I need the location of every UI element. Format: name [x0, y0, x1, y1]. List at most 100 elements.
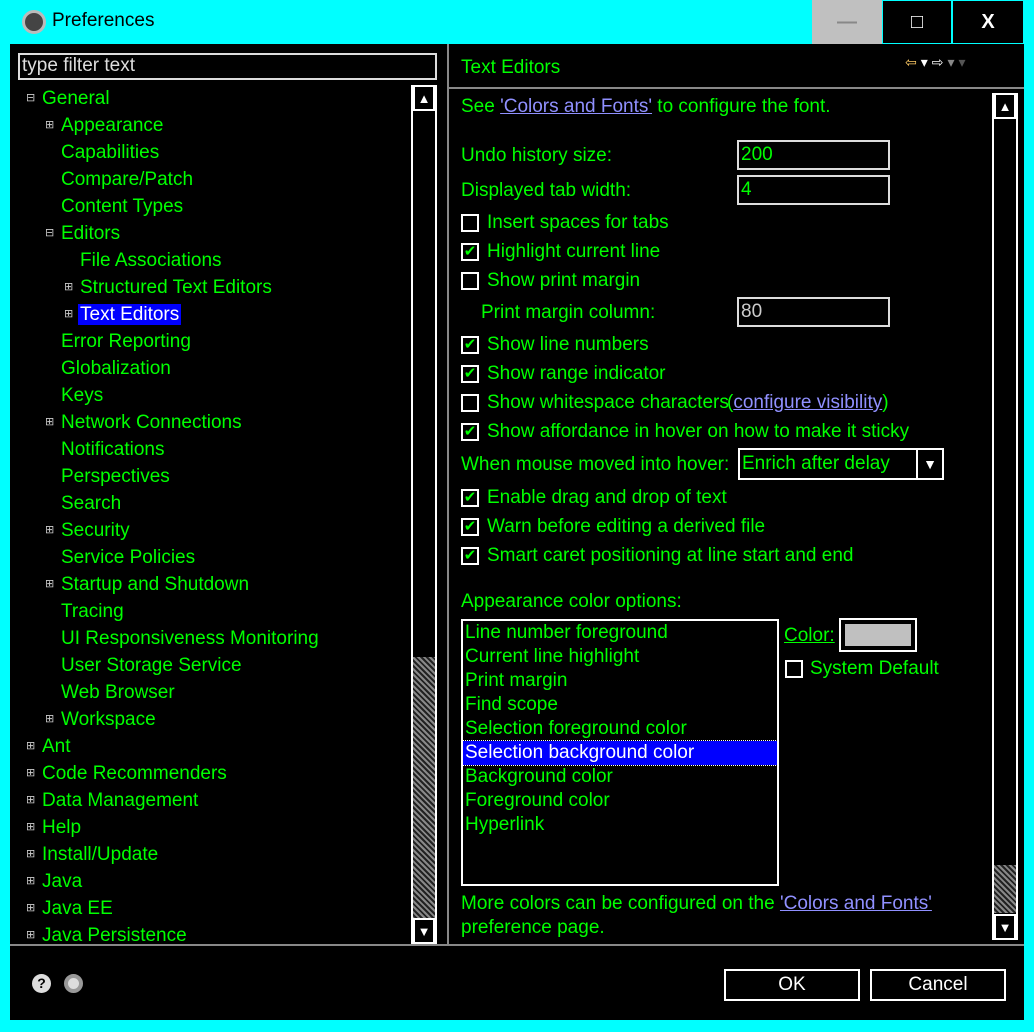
expand-icon[interactable]: ⊞ — [26, 815, 36, 840]
tree-item[interactable]: ⊞ Java — [26, 869, 84, 894]
page-scrollbar[interactable]: ▲ ▼ — [992, 93, 1018, 940]
tree-item[interactable]: Tracing — [59, 599, 126, 624]
back-dropdown-icon[interactable]: ▾ — [921, 54, 932, 70]
color-option-item[interactable]: Current line highlight — [463, 645, 777, 669]
tree-item[interactable]: ⊞ Network Connections — [45, 410, 244, 435]
expand-icon[interactable]: ⊞ — [26, 734, 36, 759]
cancel-button[interactable]: Cancel — [870, 969, 1006, 1001]
tree-item[interactable]: ⊞ Structured Text Editors — [64, 275, 274, 300]
tree-item[interactable]: Compare/Patch — [59, 167, 195, 192]
tree-item[interactable]: Web Browser — [59, 680, 177, 705]
tree-item[interactable]: ⊞ Java Persistence — [26, 923, 189, 944]
color-picker-button[interactable] — [839, 618, 917, 652]
tree-item[interactable]: ⊟ Editors — [45, 221, 122, 246]
tree-item[interactable]: Perspectives — [59, 464, 172, 489]
checkbox[interactable] — [461, 394, 479, 412]
tree-item[interactable]: ⊞ Code Recommenders — [26, 761, 229, 786]
checkbox[interactable]: ✔ — [461, 547, 479, 565]
print-margin-input[interactable]: 80 — [737, 297, 890, 327]
colors-fonts-link[interactable]: 'Colors and Fonts' — [500, 96, 652, 117]
color-options-list[interactable]: Line number foreground Current line highl… — [461, 619, 779, 886]
tree-item[interactable]: File Associations — [78, 248, 224, 273]
checkbox[interactable]: ✔ — [461, 518, 479, 536]
maximize-button[interactable]: □ — [882, 0, 952, 44]
expand-icon[interactable]: ⊞ — [45, 707, 55, 732]
collapse-icon[interactable]: ⊟ — [26, 86, 36, 111]
tree-item[interactable]: Globalization — [59, 356, 173, 381]
filter-input[interactable]: type filter text — [18, 53, 437, 80]
checkbox[interactable]: ✔ — [461, 365, 479, 383]
scroll-up-icon[interactable]: ▲ — [994, 93, 1016, 119]
configure-visibility-link[interactable]: configure visibility — [733, 392, 882, 413]
expand-icon[interactable]: ⊞ — [26, 788, 36, 813]
checkbox[interactable]: ✔ — [461, 489, 479, 507]
tree-item[interactable]: User Storage Service — [59, 653, 244, 678]
expand-icon[interactable]: ⊞ — [45, 572, 55, 597]
forward-arrow-icon[interactable]: ⇨ — [932, 54, 948, 70]
scroll-down-icon[interactable]: ▼ — [994, 914, 1016, 940]
tree-item[interactable]: ⊞ Appearance — [45, 113, 165, 138]
scroll-down-icon[interactable]: ▼ — [413, 918, 435, 944]
help-icon[interactable]: ? — [32, 974, 51, 993]
expand-icon[interactable]: ⊞ — [26, 761, 36, 786]
checkbox[interactable]: ✔ — [461, 243, 479, 261]
tree-item[interactable]: ⊞ Workspace — [45, 707, 158, 732]
tree-item[interactable]: Content Types — [59, 194, 185, 219]
collapse-icon[interactable]: ⊟ — [45, 221, 55, 246]
color-option-item[interactable]: Selection background color — [462, 740, 778, 766]
checkbox[interactable] — [461, 272, 479, 290]
tree-item[interactable]: Notifications — [59, 437, 167, 462]
tree-item[interactable]: ⊞ Install/Update — [26, 842, 160, 867]
hover-select[interactable]: Enrich after delay ▼ — [738, 448, 944, 480]
expand-icon[interactable]: ⊞ — [26, 869, 36, 894]
tree-item[interactable]: ⊞ Help — [26, 815, 83, 840]
checkbox[interactable]: ✔ — [461, 423, 479, 441]
tree-item[interactable]: Capabilities — [59, 140, 161, 165]
forward-dropdown-icon[interactable]: ▾ — [948, 54, 959, 70]
color-option-item[interactable]: Find scope — [463, 693, 777, 717]
tree-item[interactable]: Keys — [59, 383, 105, 408]
tree-item[interactable]: ⊞ Ant — [26, 734, 73, 759]
tree-scrollbar[interactable]: ▲ ▼ — [411, 85, 437, 944]
color-option-item[interactable]: Foreground color — [463, 789, 777, 813]
tree-item[interactable]: ⊞ Text Editors — [64, 302, 182, 327]
scroll-up-icon[interactable]: ▲ — [413, 85, 435, 111]
scrollbar-track[interactable] — [413, 657, 435, 919]
color-option-item[interactable]: Hyperlink — [463, 813, 777, 837]
expand-icon[interactable]: ⊞ — [45, 410, 55, 435]
expand-icon[interactable]: ⊞ — [26, 896, 36, 921]
expand-icon[interactable]: ⊞ — [45, 518, 55, 543]
undo-history-input[interactable]: 200 — [737, 140, 890, 170]
minimize-button[interactable]: — — [812, 0, 882, 44]
tree-item[interactable]: Search — [59, 491, 123, 516]
tree-item[interactable]: ⊞ Java EE — [26, 896, 115, 921]
expand-icon[interactable]: ⊞ — [26, 923, 36, 944]
color-option-item[interactable]: Selection foreground color — [463, 717, 777, 741]
tab-width-input[interactable]: 4 — [737, 175, 890, 205]
tree-item[interactable]: Error Reporting — [59, 329, 193, 354]
import-export-icon[interactable] — [64, 974, 83, 993]
pane-divider[interactable] — [447, 44, 449, 944]
view-menu-icon[interactable]: ▾ — [959, 54, 970, 70]
expand-icon[interactable]: ⊞ — [26, 842, 36, 867]
tree-item[interactable]: UI Responsiveness Monitoring — [59, 626, 321, 651]
expand-icon[interactable]: ⊞ — [64, 302, 74, 327]
tree-item[interactable]: Service Policies — [59, 545, 197, 570]
scrollbar-track[interactable] — [994, 865, 1016, 913]
system-default-checkbox[interactable] — [785, 660, 803, 678]
close-button[interactable]: X — [952, 0, 1024, 44]
tree-item[interactable]: ⊞ Data Management — [26, 788, 200, 813]
ok-button[interactable]: OK — [724, 969, 860, 1001]
expand-icon[interactable]: ⊞ — [45, 113, 55, 138]
color-option-item[interactable]: Background color — [463, 765, 777, 789]
tree-item[interactable]: ⊞ Startup and Shutdown — [45, 572, 251, 597]
back-arrow-icon[interactable]: ⇦ — [905, 54, 921, 70]
checkbox[interactable] — [461, 214, 479, 232]
color-option-item[interactable]: Line number foreground — [463, 621, 777, 645]
checkbox[interactable]: ✔ — [461, 336, 479, 354]
color-option-item[interactable]: Print margin — [463, 669, 777, 693]
tree-item[interactable]: ⊞ Security — [45, 518, 132, 543]
colors-fonts-link-2[interactable]: 'Colors and Fonts' — [780, 893, 932, 914]
chevron-down-icon[interactable]: ▼ — [916, 450, 942, 478]
expand-icon[interactable]: ⊞ — [64, 275, 74, 300]
